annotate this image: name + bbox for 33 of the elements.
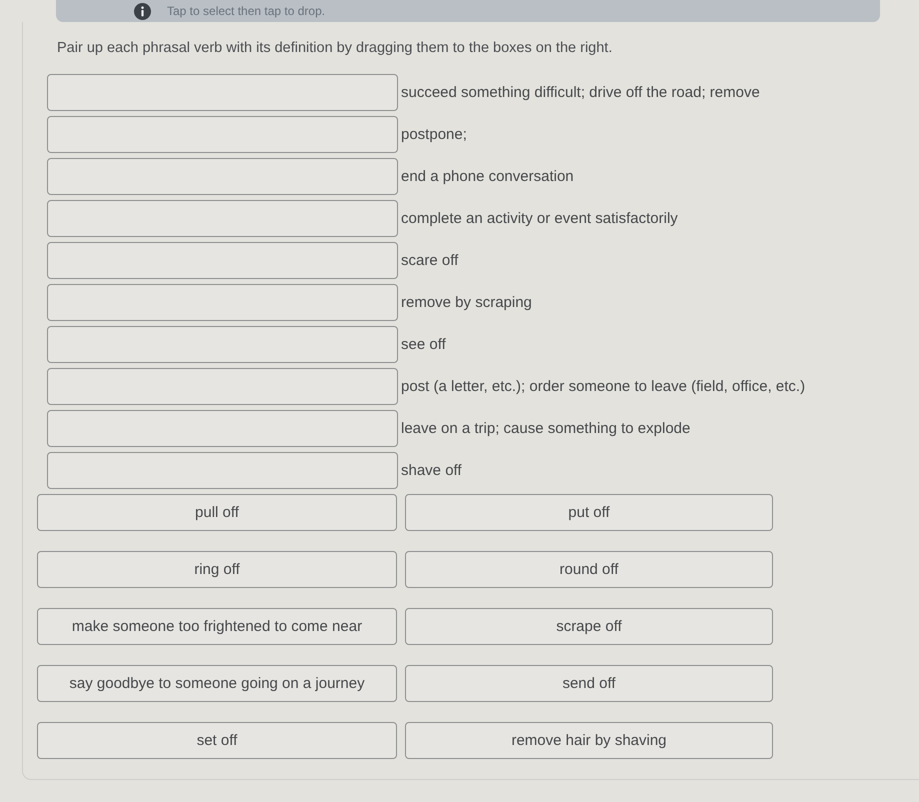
drop-box[interactable] bbox=[47, 410, 398, 447]
drop-box[interactable] bbox=[47, 284, 398, 321]
definition-text: remove by scraping bbox=[401, 294, 532, 311]
definition-text: succeed something difficult; drive off the road; remove bbox=[401, 84, 760, 101]
answer-tile[interactable]: set off bbox=[37, 722, 397, 759]
answer-tile[interactable]: put off bbox=[405, 494, 773, 531]
instruction-text: Pair up each phrasal verb with its definition by dragging them to the boxes on the right. bbox=[57, 39, 614, 57]
answer-tile[interactable]: say goodbye to someone going on a journey bbox=[37, 665, 397, 702]
definition-text: leave on a trip; cause something to explode bbox=[401, 420, 690, 437]
definition-text: postpone; bbox=[401, 126, 467, 143]
answer-tile[interactable]: ring off bbox=[37, 551, 397, 588]
definition-text: post (a letter, etc.); order someone to leave (field, office, etc.) bbox=[401, 378, 806, 395]
definition-text: shave off bbox=[401, 462, 462, 479]
answer-tile[interactable]: make someone too frightened to come near bbox=[37, 608, 397, 645]
drop-box[interactable] bbox=[47, 116, 398, 153]
banner-text: Tap to select then tap to drop. bbox=[167, 4, 326, 18]
drop-box[interactable] bbox=[47, 74, 398, 111]
definition-text: scare off bbox=[401, 252, 458, 269]
answer-tile[interactable]: round off bbox=[405, 551, 773, 588]
definition-text: complete an activity or event satisfactorily bbox=[401, 210, 678, 227]
drop-box[interactable] bbox=[47, 452, 398, 489]
answer-tile[interactable]: remove hair by shaving bbox=[405, 722, 773, 759]
drop-box[interactable] bbox=[47, 368, 398, 405]
drop-box[interactable] bbox=[47, 242, 398, 279]
drop-box[interactable] bbox=[47, 158, 398, 195]
info-icon bbox=[134, 2, 151, 20]
drop-box[interactable] bbox=[47, 200, 398, 237]
answer-tile[interactable]: scrape off bbox=[405, 608, 773, 645]
definition-text: end a phone conversation bbox=[401, 168, 574, 185]
answer-tile[interactable]: send off bbox=[405, 665, 773, 702]
drop-box[interactable] bbox=[47, 326, 398, 363]
definition-text: see off bbox=[401, 336, 446, 353]
answer-tile[interactable]: pull off bbox=[37, 494, 397, 531]
